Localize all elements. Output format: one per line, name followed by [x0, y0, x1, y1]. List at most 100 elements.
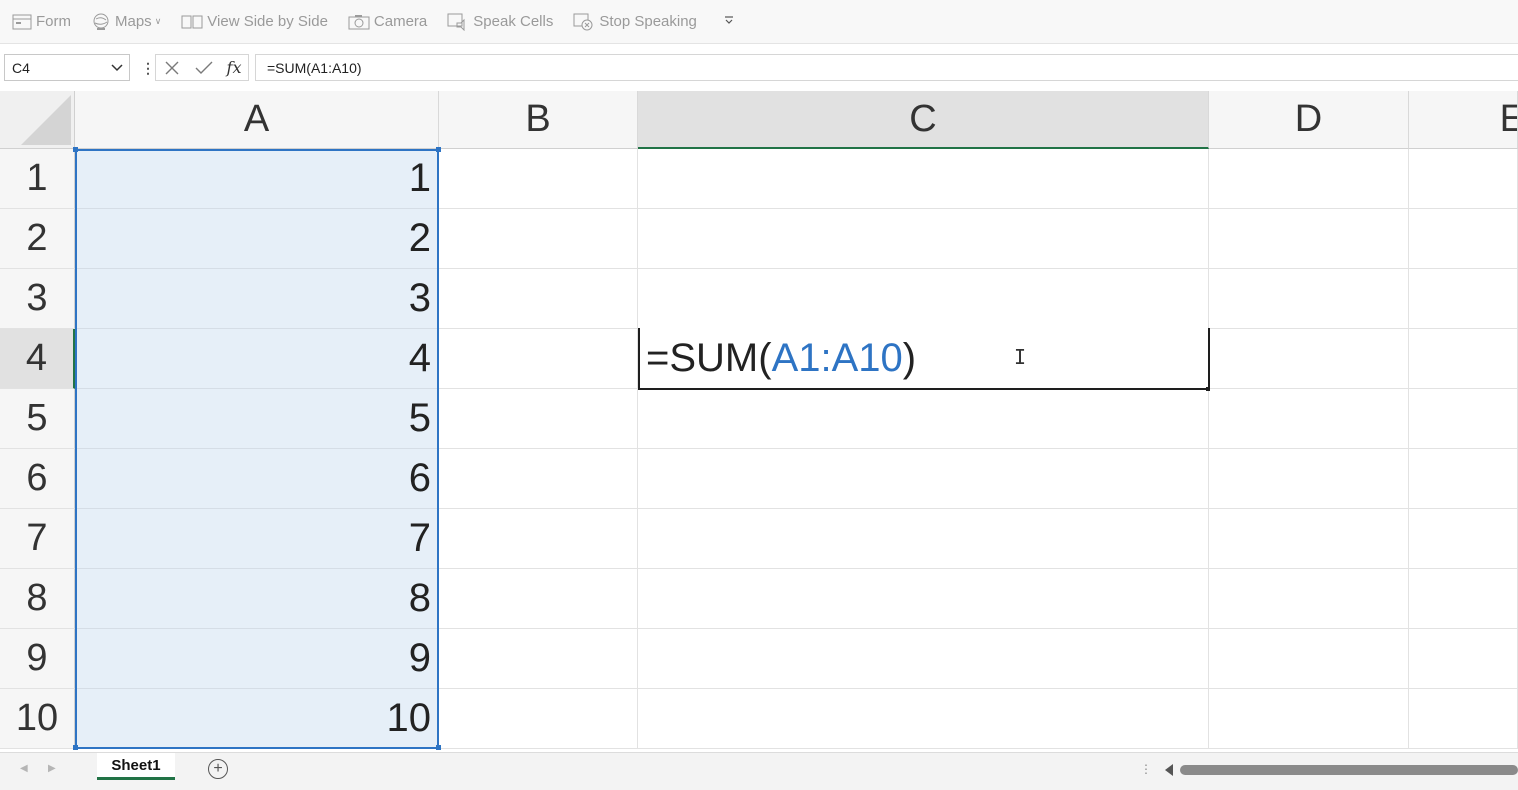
row-header-4[interactable]: 4 [0, 329, 75, 389]
column-header-c[interactable]: C [638, 91, 1209, 149]
sheet-tab-sheet1[interactable]: Sheet1 [97, 753, 175, 780]
range-handle-top-right[interactable] [436, 147, 441, 152]
customize-toolbar-button[interactable] [723, 14, 735, 29]
cell-e7[interactable] [1409, 509, 1518, 569]
cell-a1[interactable]: 1 [75, 149, 439, 209]
column-header-b[interactable]: B [439, 91, 638, 149]
row-header-9[interactable]: 9 [0, 629, 75, 689]
insert-function-icon[interactable]: fx [227, 58, 242, 77]
stop-speaking-button[interactable]: Stop Speaking [573, 13, 697, 31]
cell-b5[interactable] [439, 389, 638, 449]
cell-c1[interactable] [638, 149, 1209, 209]
cell-e8[interactable] [1409, 569, 1518, 629]
chevron-down-icon: ∨ [154, 16, 162, 26]
cell-b3[interactable] [439, 269, 638, 329]
column-header-a[interactable]: A [75, 91, 439, 149]
cell-e6[interactable] [1409, 449, 1518, 509]
cell-e10[interactable] [1409, 689, 1518, 749]
form-button[interactable]: Form [12, 13, 71, 30]
speak-cells-button[interactable]: Speak Cells [447, 13, 553, 31]
cell-c8[interactable] [638, 569, 1209, 629]
tab-split-handle-icon[interactable]: ⋮ [1140, 762, 1152, 776]
cell-e5[interactable] [1409, 389, 1518, 449]
scroll-tabs-left-icon[interactable]: ◀ [20, 763, 28, 774]
cell-b2[interactable] [439, 209, 638, 269]
cell-a5[interactable]: 5 [75, 389, 439, 449]
cell-b8[interactable] [439, 569, 638, 629]
cell-c10[interactable] [638, 689, 1209, 749]
fill-handle[interactable] [1206, 387, 1210, 391]
enter-checkmark-icon[interactable] [194, 59, 214, 77]
scroll-tabs-right-icon[interactable]: ▶ [48, 763, 56, 774]
cell-d1[interactable] [1209, 149, 1409, 209]
camera-button[interactable]: Camera [348, 13, 427, 30]
cell-c7[interactable] [638, 509, 1209, 569]
row-header-2[interactable]: 2 [0, 209, 75, 269]
cell-d9[interactable] [1209, 629, 1409, 689]
range-handle-bottom-right[interactable] [436, 745, 441, 750]
cell-a9[interactable]: 9 [75, 629, 439, 689]
cell-e9[interactable] [1409, 629, 1518, 689]
row-header-7[interactable]: 7 [0, 509, 75, 569]
cell-a3[interactable]: 3 [75, 269, 439, 329]
cell-d3[interactable] [1209, 269, 1409, 329]
row-header-5[interactable]: 5 [0, 389, 75, 449]
cell-b1[interactable] [439, 149, 638, 209]
cell-c5[interactable] [638, 389, 1209, 449]
cell-d7[interactable] [1209, 509, 1409, 569]
cell-d10[interactable] [1209, 689, 1409, 749]
cancel-icon[interactable] [163, 59, 181, 77]
active-cell-c4[interactable]: =SUM(A1:A10) [638, 328, 1210, 390]
cell-e2[interactable] [1409, 209, 1518, 269]
camera-icon [348, 14, 370, 29]
cell-c3[interactable] [638, 269, 1209, 329]
speak-cells-label: Speak Cells [473, 13, 554, 30]
add-sheet-icon[interactable]: + [208, 759, 228, 779]
cell-e1[interactable] [1409, 149, 1518, 209]
scroll-left-icon[interactable] [1163, 763, 1175, 777]
name-box[interactable]: C4 [4, 54, 130, 81]
cell-c6[interactable] [638, 449, 1209, 509]
customize-dropdown-icon [724, 16, 733, 24]
maps-button[interactable]: Maps ∨ [91, 13, 161, 31]
cell-a2[interactable]: 2 [75, 209, 439, 269]
row-header-10[interactable]: 10 [0, 689, 75, 749]
cell-a8[interactable]: 8 [75, 569, 439, 629]
cell-d8[interactable] [1209, 569, 1409, 629]
cell-b7[interactable] [439, 509, 638, 569]
cell-c2[interactable] [638, 209, 1209, 269]
maps-icon [93, 13, 109, 30]
cell-a6[interactable]: 6 [75, 449, 439, 509]
chevron-down-icon[interactable] [110, 61, 124, 75]
range-handle-bottom-left[interactable] [73, 745, 78, 750]
formula-input[interactable]: =SUM(A1:A10) [255, 54, 1518, 81]
row-header-8[interactable]: 8 [0, 569, 75, 629]
row-header-6[interactable]: 6 [0, 449, 75, 509]
horizontal-scrollbar-thumb[interactable] [1180, 765, 1518, 775]
formula-bar-splitter-icon[interactable]: ⋮ [141, 60, 155, 77]
view-side-by-side-button[interactable]: View Side by Side [181, 13, 328, 30]
cell-b9[interactable] [439, 629, 638, 689]
cell-b6[interactable] [439, 449, 638, 509]
stop-speaking-label: Stop Speaking [599, 13, 697, 30]
select-all-button[interactable] [0, 91, 75, 149]
formula-buttons: fx [155, 54, 249, 81]
cell-a7[interactable]: 7 [75, 509, 439, 569]
cell-e3[interactable] [1409, 269, 1518, 329]
cell-c9[interactable] [638, 629, 1209, 689]
cell-d6[interactable] [1209, 449, 1409, 509]
cell-e4[interactable] [1409, 329, 1518, 389]
range-handle-top-left[interactable] [73, 147, 78, 152]
row-header-3[interactable]: 3 [0, 269, 75, 329]
cell-d5[interactable] [1209, 389, 1409, 449]
cell-a4[interactable]: 4 [75, 329, 439, 389]
stop-speaking-icon [573, 13, 593, 30]
cell-a10[interactable]: 10 [75, 689, 439, 749]
cell-d2[interactable] [1209, 209, 1409, 269]
column-header-d[interactable]: D [1209, 91, 1409, 149]
cell-d4[interactable] [1209, 329, 1409, 389]
column-header-e[interactable]: E [1409, 91, 1518, 149]
cell-b4[interactable] [439, 329, 638, 389]
row-header-1[interactable]: 1 [0, 149, 75, 209]
cell-b10[interactable] [439, 689, 638, 749]
